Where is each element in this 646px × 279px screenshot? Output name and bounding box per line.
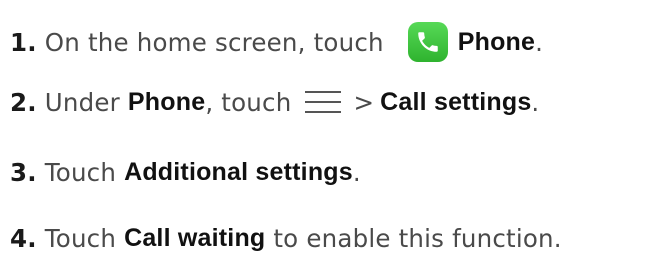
step-number: 1.	[10, 27, 37, 57]
step-text-end: .	[352, 157, 361, 187]
step-bold-term: Phone	[127, 87, 206, 116]
step-3: 3. Touch Additional settings .	[10, 152, 361, 192]
step-2: 2. Under Phone , touch > Call settings .	[10, 82, 539, 122]
step-text-end: .	[531, 87, 540, 117]
step-text: Under	[44, 87, 128, 117]
step-4: 4. Touch Call waiting to enable this fun…	[10, 218, 562, 258]
step-bold-term: Phone	[457, 27, 536, 56]
step-number: 2.	[10, 87, 37, 117]
phone-handset-icon	[417, 32, 438, 52]
step-text: On the home screen, touch	[44, 27, 392, 57]
phone-app-icon	[407, 22, 448, 62]
step-separator: >	[353, 87, 375, 117]
step-text-mid: , touch	[205, 87, 292, 117]
step-1: 1. On the home screen, touch Phone .	[10, 22, 543, 62]
step-number: 4.	[10, 223, 37, 253]
step-number: 3.	[10, 157, 37, 187]
step-text: Touch	[44, 223, 125, 253]
step-bold-term: Call waiting	[124, 223, 266, 252]
step-text-end: .	[535, 27, 544, 57]
step-bold-term-2: Call settings	[380, 87, 532, 116]
menu-icon	[305, 91, 342, 113]
step-text: Touch	[44, 157, 125, 187]
step-bold-term: Additional settings	[124, 157, 353, 186]
step-text-end: to enable this function.	[265, 223, 562, 253]
